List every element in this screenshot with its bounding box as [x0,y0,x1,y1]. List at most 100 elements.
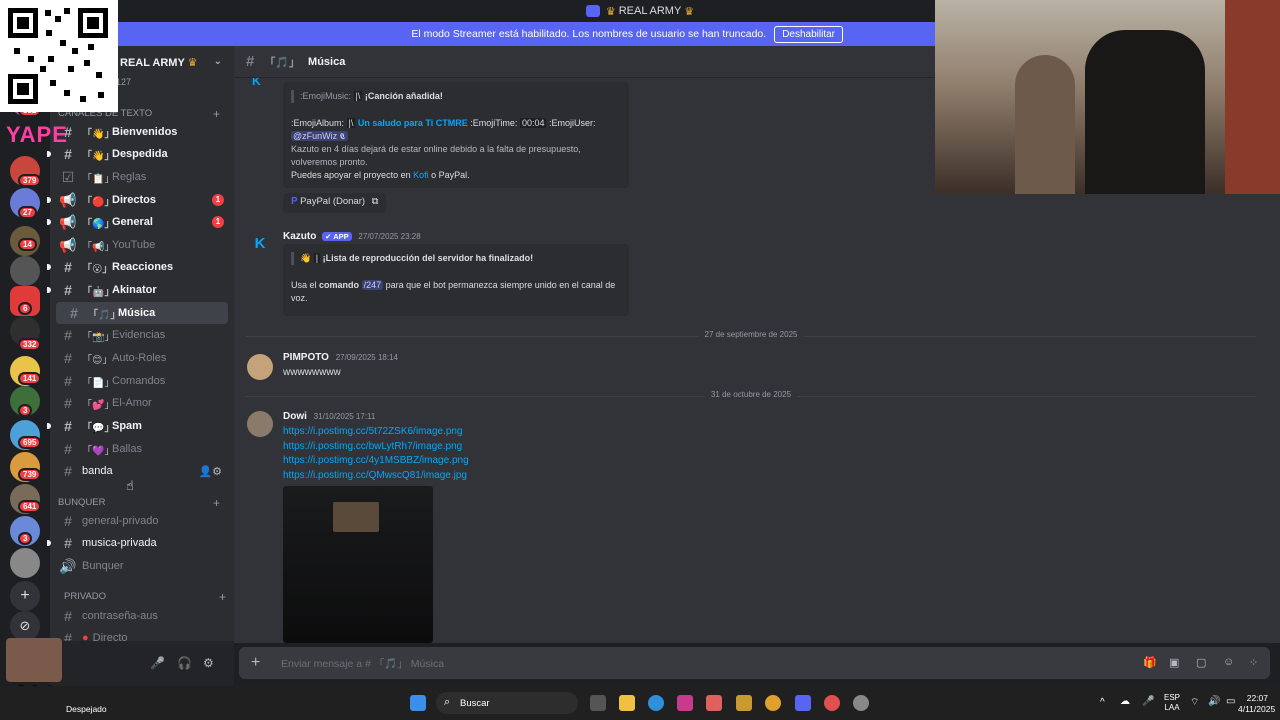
message-header: Dowi 31/10/2025 17:11 [283,411,375,422]
chrome-icon[interactable] [765,695,781,711]
mention-badge: 1 [212,216,224,228]
image-link[interactable]: https://i.postimg.cc/4y1MSBBZ/image.png [283,455,469,466]
clock[interactable]: 22:07 4/11/2025 [1238,693,1275,715]
channel-youtube[interactable]: 📢 「📢」 YouTube [50,234,230,256]
add-channel-icon[interactable]: + [213,496,220,510]
channel-bunquer-voice[interactable]: 🔊 Bunquer [50,555,230,577]
channel-emoji: 「😊」 [82,354,113,366]
copilot-icon[interactable] [706,695,722,711]
kazuto-avatar-partial: K [252,78,261,88]
chevron-up-icon[interactable]: ^ [1100,697,1105,708]
channel-evidencias[interactable]: # 「📸」 Evidencias [50,324,230,346]
channel-ballas[interactable]: # 「💜」 Ballas [50,438,230,460]
volume-icon[interactable]: 🔊 [1208,696,1220,707]
channel-settings-icon[interactable]: 👤⚙ [198,465,222,478]
mention-badge: 14 [18,238,37,251]
author-name[interactable]: Kazuto [283,231,316,242]
slash-command[interactable]: /247 [361,280,384,290]
embed-text: Puedes apoyar el proyecto en [291,170,411,180]
channel-contrasena-aus[interactable]: # contraseña-aus [50,605,230,627]
file-explorer-icon[interactable] [619,695,635,711]
paypal-button[interactable]: 𝐏 PayPal (Donar) ⧉ [283,193,387,213]
channel-musica-privada[interactable]: # musica-privada [47,532,230,554]
avatar[interactable] [247,411,273,437]
channel-auto-roles[interactable]: # 「😊」 Auto-Roles [50,347,230,369]
app-icon[interactable] [853,695,869,711]
language-indicator[interactable]: ESP LAA [1164,693,1180,713]
author-name[interactable]: Dowi [283,411,307,422]
channel-spam[interactable]: # 「💬」 Spam [47,415,230,437]
server-icon[interactable] [10,256,40,286]
add-channel-icon[interactable]: + [219,590,226,604]
image-attachment[interactable] [283,486,433,643]
channel-banda[interactable]: # banda 👤⚙ [50,460,230,482]
emoji-icon[interactable]: ☺ [1223,656,1234,668]
hash-icon: # [64,395,72,411]
mention-badge: 739 [18,468,42,481]
person-silhouette [1015,55,1075,194]
app-icon[interactable] [736,695,752,711]
channel-label: Ballas [112,443,142,455]
gif-icon[interactable]: ▣ [1169,656,1179,669]
discord-icon[interactable] [795,695,811,711]
image-link[interactable]: https://i.postimg.cc/5t72ZSK6/image.png [283,426,463,437]
app-icon[interactable] [677,695,693,711]
hash-icon: # [64,259,72,275]
category-privado[interactable]: PRIVADO + [64,590,226,604]
channel-comandos[interactable]: # 「📄」 Comandos [50,370,230,392]
avatar[interactable] [247,354,273,380]
embed-quote: 👋 | ¡Lista de reproducción del servidor … [291,252,621,265]
channel-reglas[interactable]: ☑ 「📋」 Reglas [50,166,230,188]
hash-icon: # [70,305,78,321]
user-mention[interactable]: @zFunWiz 𝕮 [291,131,348,141]
brick-wall [1225,0,1280,194]
message-input[interactable]: Enviar mensaje a # 「🎵」 Música [281,656,444,671]
wifi-icon[interactable]: ⌔ [1190,696,1199,709]
channel-el-amor[interactable]: # 「💕」 El-Amor [50,392,230,414]
channel-bienvenidos[interactable]: # 「👋」 Bienvenidos [50,121,230,143]
channel-general-privado[interactable]: # general-privado [50,510,230,532]
gift-icon[interactable]: 🎁 [1143,656,1157,669]
headphones-icon[interactable]: 🎧 [177,656,192,670]
app-badge: ✔ APP [322,232,352,241]
app-icon[interactable] [824,695,840,711]
channel-akinator[interactable]: # 「🤖」 Akinator [47,279,230,301]
microphone-icon[interactable]: 🎤 [1142,696,1154,707]
network-icon[interactable]: ☁ [1120,696,1130,707]
gear-icon[interactable]: ⚙ [203,656,214,670]
channel-label: Despedida [112,148,168,160]
embed-text: Usa el [291,280,317,290]
taskbar-search[interactable]: ⌕ Buscar [436,692,578,714]
hash-icon: # [64,350,72,366]
channel-general[interactable]: 📢 「🌎」 General 1 [47,211,230,233]
channel-reacciones[interactable]: # 「😮」 Reacciones [47,256,230,278]
message-composer[interactable]: + Enviar mensaje a # 「🎵」 Música 🎁 ▣ ▢ ☺ … [239,647,1270,679]
channel-directos[interactable]: 📢 「🔴」 Directos 1 [47,189,230,211]
add-channel-icon[interactable]: + [213,107,220,121]
add-attachment-icon[interactable]: + [251,654,260,672]
channel-label: El-Amor [112,397,152,409]
disable-streamer-button[interactable]: Deshabilitar [774,25,843,43]
microphone-icon[interactable]: 🎤 [150,656,165,670]
person-silhouette [1085,30,1205,194]
add-server-icon[interactable]: + [10,581,40,611]
windows-start-icon[interactable] [410,695,426,711]
avatar[interactable]: K [247,231,273,257]
channel-despedida[interactable]: # 「👋」 Despedida [47,143,230,165]
task-view-icon[interactable] [590,695,606,711]
battery-icon[interactable]: ▭ [1226,696,1235,707]
edge-icon[interactable] [648,695,664,711]
streamer-face-overlay [6,638,62,682]
category-bunquer[interactable]: BUNQUER + [58,496,220,510]
apps-icon[interactable]: ⁘ [1249,656,1258,669]
discover-icon[interactable]: ⊘ [10,611,40,641]
sticker-icon[interactable]: ▢ [1196,656,1206,669]
channel-musica[interactable]: # 「🎵」 Música [56,302,228,324]
image-link[interactable]: https://i.postimg.cc/bwLytRh7/image.png [283,441,462,452]
song-link[interactable]: Un saludo para Ti CTMRE [358,118,468,128]
server-icon[interactable] [10,548,40,578]
author-name[interactable]: PIMPOTO [283,352,329,363]
kofi-link[interactable]: Kofi [413,170,429,180]
megaphone-icon: 📢 [59,213,77,230]
image-link[interactable]: https://i.postimg.cc/QMwscQ81/image.jpg [283,470,467,481]
